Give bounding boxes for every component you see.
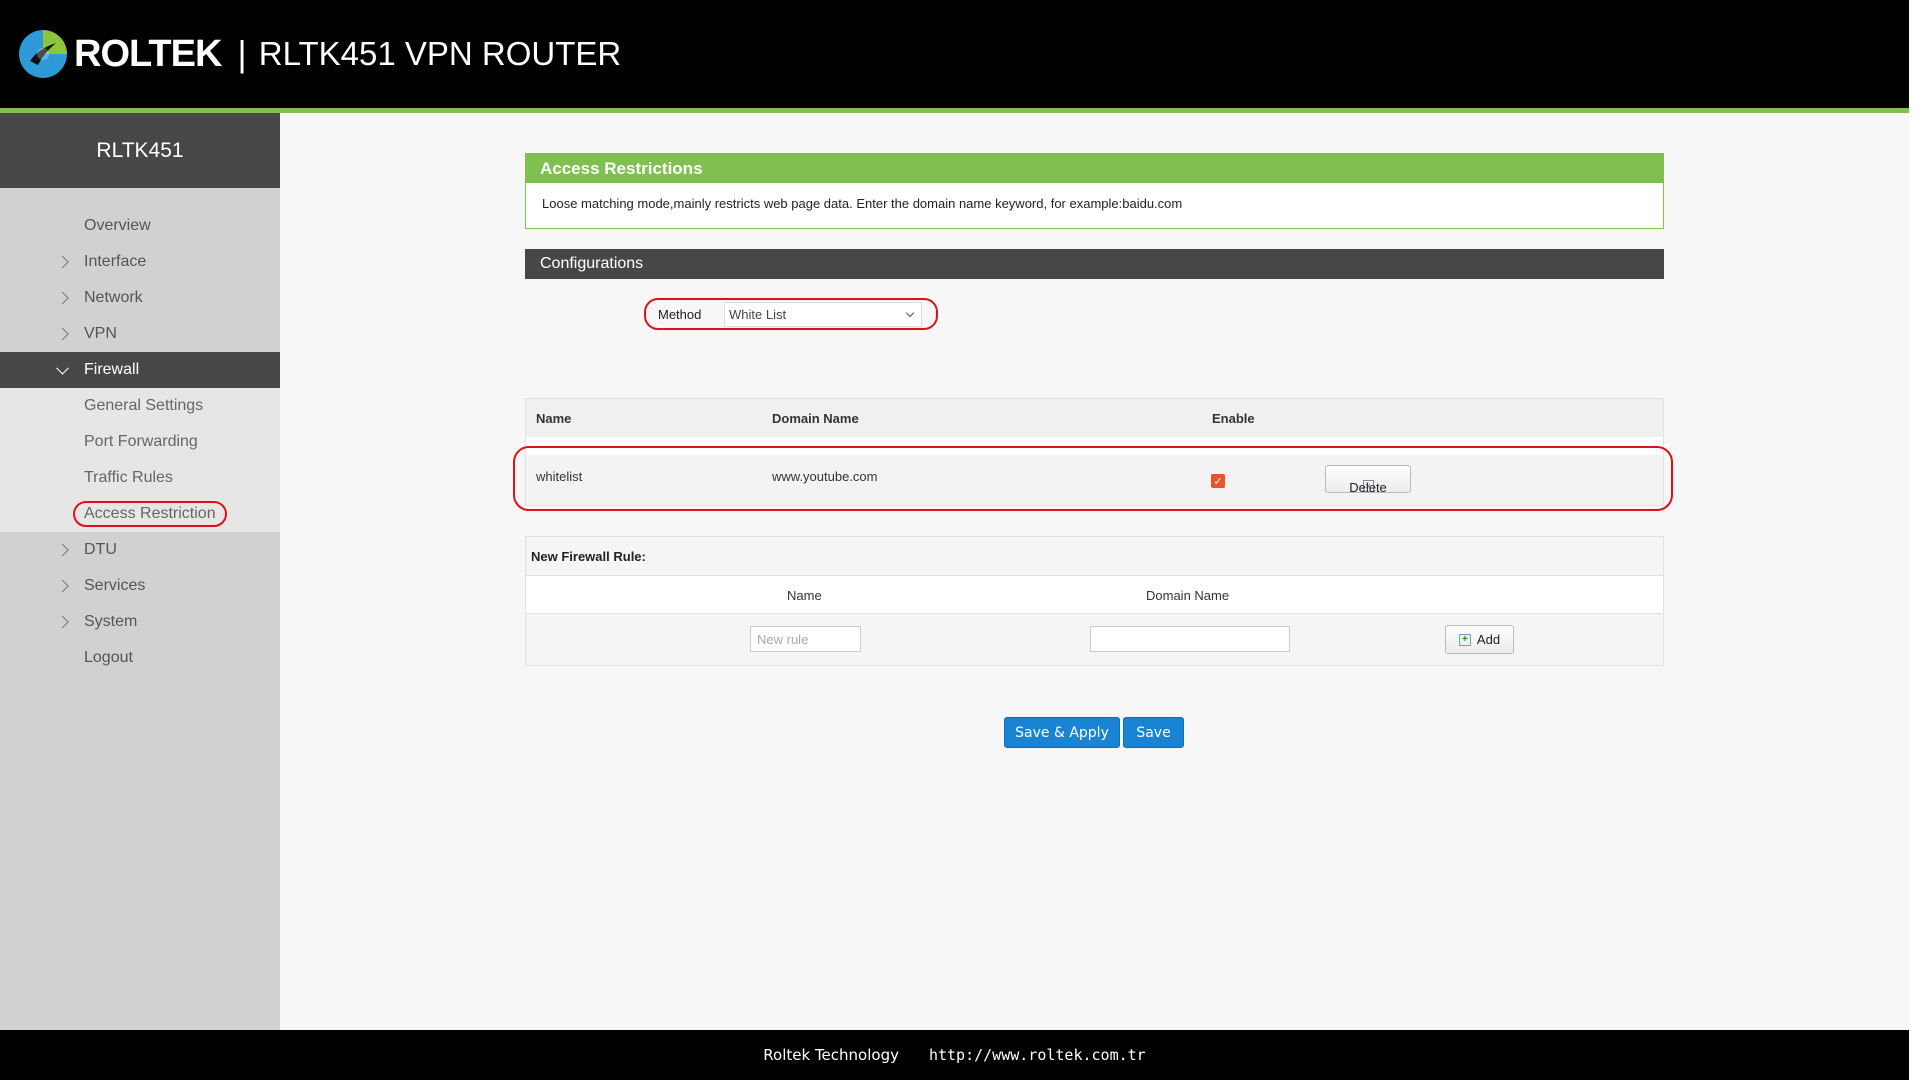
- footer-company: Roltek Technology: [763, 1046, 899, 1064]
- sidebar-item-label: Services: [84, 577, 146, 594]
- chevron-right-icon: [56, 615, 69, 629]
- new-rule-domain-input[interactable]: [1090, 626, 1290, 652]
- column-header-domain: Domain Name: [772, 410, 859, 426]
- logo: ROLTEK | RLTK451 VPN ROUTER: [18, 28, 621, 80]
- sidebar-item-firewall[interactable]: Firewall: [0, 352, 280, 388]
- new-rule-domain-header: Domain Name: [1146, 588, 1230, 603]
- sidebar-menu: Overview Interface Network VPN Firewall …: [0, 188, 280, 676]
- rules-table: Name Domain Name Enable whitelist www.yo…: [525, 398, 1664, 506]
- sidebar-item-label: Firewall: [84, 361, 140, 378]
- sidebar-item-label: Port Forwarding: [84, 433, 198, 450]
- new-rule-name-input[interactable]: New rule: [750, 626, 861, 652]
- add-button[interactable]: + Add: [1445, 625, 1514, 654]
- save-apply-button[interactable]: Save & Apply: [1004, 717, 1120, 748]
- enable-checkbox[interactable]: ✓: [1211, 474, 1225, 488]
- firewall-submenu: General Settings Port Forwarding Traffic…: [0, 388, 280, 532]
- sidebar-item-services[interactable]: Services: [0, 568, 280, 604]
- new-rule-name-header: Name: [787, 588, 822, 603]
- chevron-right-icon: [56, 255, 69, 269]
- footer-url-link[interactable]: http://www.roltek.com.tr: [929, 1046, 1146, 1064]
- sidebar-item-label: Access Restriction: [73, 501, 227, 527]
- delete-button[interactable]: × Delete: [1325, 465, 1411, 495]
- method-label: Method: [658, 306, 702, 322]
- sidebar-item-label: Overview: [84, 217, 151, 234]
- save-button[interactable]: Save: [1123, 717, 1184, 748]
- new-rule-panel: New Firewall Rule: Name Domain Name New …: [525, 536, 1664, 666]
- sidebar-item-vpn[interactable]: VPN: [0, 316, 280, 352]
- top-header: ROLTEK | RLTK451 VPN ROUTER: [0, 0, 1909, 108]
- new-rule-title: New Firewall Rule:: [526, 537, 1663, 576]
- method-selected-value: White List: [729, 306, 787, 322]
- new-rule-row: New rule + Add: [526, 614, 1663, 664]
- sidebar-item-label: DTU: [84, 541, 117, 558]
- sidebar-item-overview[interactable]: Overview: [0, 208, 280, 244]
- method-select[interactable]: White List: [724, 301, 922, 327]
- sidebar-item-network[interactable]: Network: [0, 280, 280, 316]
- configurations-header: Configurations: [525, 249, 1664, 279]
- sidebar-item-logout[interactable]: Logout: [0, 640, 280, 676]
- sidebar-item-label: Network: [84, 289, 143, 306]
- sidebar-item-system[interactable]: System: [0, 604, 280, 640]
- column-header-enable: Enable: [1212, 410, 1255, 426]
- sidebar-item-dtu[interactable]: DTU: [0, 532, 280, 568]
- sidebar-item-label: Logout: [84, 649, 133, 666]
- brand-name: ROLTEK: [74, 32, 222, 75]
- sidebar-item-label: Traffic Rules: [84, 469, 173, 486]
- roltek-logo-icon: [19, 30, 67, 78]
- page-edge: [1909, 0, 1920, 1080]
- method-field: Method White List: [644, 298, 938, 330]
- chevron-down-icon: [56, 361, 69, 375]
- chevron-right-icon: [56, 291, 69, 305]
- table-row: whitelist www.youtube.com ✓ × Delete: [526, 455, 1663, 505]
- sidebar-item-traffic-rules[interactable]: Traffic Rules: [0, 460, 280, 496]
- table-header: Name Domain Name Enable: [526, 399, 1663, 437]
- page-description: Loose matching mode,mainly restricts web…: [542, 196, 1183, 211]
- column-header-name: Name: [536, 410, 572, 426]
- sidebar-item-label: System: [84, 613, 138, 630]
- chevron-right-icon: [56, 543, 69, 557]
- new-rule-header: Name Domain Name: [526, 576, 1663, 614]
- access-restrictions-panel: Access Restrictions Loose matching mode,…: [525, 153, 1664, 229]
- sidebar-item-label: VPN: [84, 325, 117, 342]
- page-title: Access Restrictions: [526, 154, 1663, 183]
- sidebar-item-port-forwarding[interactable]: Port Forwarding: [0, 424, 280, 460]
- sidebar-item-interface[interactable]: Interface: [0, 244, 280, 280]
- chevron-down-icon: [905, 308, 915, 317]
- add-icon: +: [1458, 633, 1471, 646]
- chevron-right-icon: [56, 327, 69, 341]
- header-separator: |: [237, 33, 247, 74]
- sidebar-item-general-settings[interactable]: General Settings: [0, 388, 280, 424]
- sidebar-item-label: Interface: [84, 253, 147, 270]
- sidebar: RLTK451 Overview Interface Network VPN F…: [0, 113, 280, 1030]
- sidebar-title: RLTK451: [0, 113, 280, 188]
- footer: Roltek Technology http://www.roltek.com.…: [0, 1030, 1909, 1080]
- product-title: RLTK451 VPN ROUTER: [258, 35, 622, 72]
- sidebar-item-label: General Settings: [84, 397, 204, 414]
- add-button-label: Add: [1476, 632, 1501, 647]
- sidebar-item-access-restriction[interactable]: Access Restriction: [0, 496, 280, 532]
- delete-button-label: Delete: [1349, 480, 1387, 495]
- rule-name: whitelist: [536, 469, 583, 484]
- rule-domain: www.youtube.com: [772, 469, 878, 484]
- chevron-right-icon: [56, 579, 69, 593]
